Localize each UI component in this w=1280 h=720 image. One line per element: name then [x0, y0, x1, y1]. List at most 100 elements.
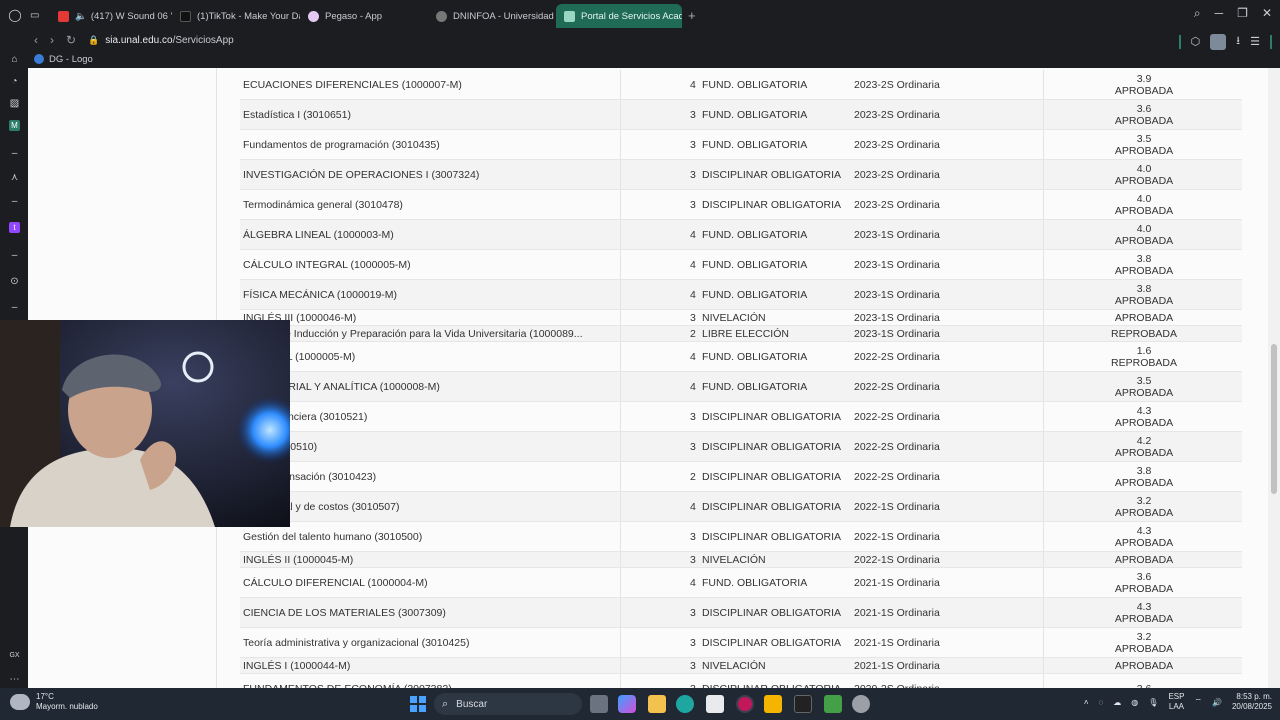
url-field[interactable]: sia.unal.edu.co/ServiciosApp — [105, 35, 233, 46]
course-type-cell: FUND. OBLIGATORIA — [702, 372, 852, 401]
camera-icon[interactable]: ▨ — [9, 98, 20, 109]
tab-dninfoa[interactable]: DNINFOA - Universidad N — [428, 4, 556, 28]
course-row: ad general y de costos (3010507) 4 DISCIPL… — [240, 492, 1242, 522]
tab-tiktok[interactable]: (1)TikTok - Make Your Da — [172, 4, 300, 28]
course-status: APROBADA — [1114, 84, 1174, 97]
edge-icon[interactable] — [676, 695, 694, 713]
bookmark-dg-logo[interactable]: DG - Logo — [49, 54, 93, 65]
back-icon[interactable]: ‹ — [34, 33, 38, 47]
opera-gx-icon[interactable] — [736, 695, 754, 713]
divider-icon: – — [11, 196, 18, 207]
epic-games-icon[interactable] — [794, 695, 812, 713]
store-icon[interactable] — [706, 695, 724, 713]
course-grade-cell: 4.3 APROBADA — [1046, 402, 1242, 431]
close-icon[interactable]: ✕ — [1262, 6, 1272, 21]
microphone-icon[interactable]: 🎙 — [1148, 698, 1158, 707]
course-period-cell: 2023-2S Ordinaria — [854, 190, 1044, 219]
gx-label[interactable]: GX — [9, 650, 20, 661]
ai-icon[interactable]: ⋏ — [9, 172, 20, 183]
course-name: Estadística I (3010651) — [243, 108, 351, 121]
android-icon[interactable] — [824, 695, 842, 713]
m-app-icon[interactable]: M — [9, 120, 20, 131]
reload-icon[interactable]: ↻ — [66, 33, 76, 47]
aria-icon[interactable]: ◔ — [9, 76, 20, 87]
network-icon[interactable]: ◍ — [1131, 698, 1138, 707]
tab-youtube[interactable]: 🔈 (417) W Sound 06 "Un — [50, 4, 172, 28]
course-type: FUND. OBLIGATORIA — [702, 576, 808, 589]
opera-logo-icon[interactable]: ◯ — [0, 8, 30, 22]
course-type-cell: DISCIPLINAR OBLIGATORIA — [702, 492, 852, 521]
course-name-cell: Teoría administrativa y organizacional (… — [243, 628, 621, 657]
tab-pegaso[interactable]: Pegaso - App — [300, 4, 428, 28]
extensions-icon[interactable]: ⬡ — [1191, 35, 1201, 48]
course-name-cell: INGLÉS I (1000044-M) — [243, 658, 621, 673]
course-type-cell: FUND. OBLIGATORIA — [702, 280, 852, 309]
windows-start-icon[interactable] — [410, 696, 426, 712]
new-tab-icon[interactable]: + — [688, 8, 696, 23]
taskbar-search[interactable]: ⌕ Buscar — [434, 693, 582, 715]
document-icon — [564, 10, 575, 22]
course-row: NTEGRAL (1000005-M) 4 FUND. OBLIGATORIA 202… — [240, 342, 1242, 372]
course-row: INGLÉS II (1000045-M) 3 NIVELACIÓN 2022-1S … — [240, 552, 1242, 568]
course-period-cell: 2023-1S Ordinaria — [854, 310, 1044, 325]
course-type: FUND. OBLIGATORIA — [702, 288, 808, 301]
more-icon[interactable]: ⋯ — [9, 674, 20, 685]
copilot-icon[interactable] — [618, 695, 636, 713]
course-status: APROBADA — [1114, 174, 1174, 187]
course-credits-cell: 4 — [690, 342, 702, 371]
taskbar: 17°C Mayorm. nublado ⌕ Buscar ˄ ◌ ☁ ◍ 🎙 … — [0, 688, 1280, 720]
course-type-cell: LIBRE ELECCIÓN — [702, 326, 852, 341]
workspaces-icon[interactable]: ▭ — [30, 10, 50, 21]
course-row: de compensación (3010423) 2 DISCIPLINAR OB… — [240, 462, 1242, 492]
course-credits: 4 — [690, 78, 696, 91]
course-row: INGLÉS III (1000046-M) 3 NIVELACIÓN 2023-1S… — [240, 310, 1242, 326]
minimize-icon[interactable]: ─ — [1215, 6, 1224, 21]
weather-widget[interactable]: 17°C Mayorm. nublado — [10, 692, 98, 712]
clock[interactable]: 8:53 p. m. 20/08/2025 — [1232, 692, 1272, 712]
player-icon[interactable]: ⊙ — [9, 276, 20, 287]
tab-bar: ◯ ▭ 🔈 (417) W Sound 06 "Un (1)TikTok - M… — [0, 0, 1280, 30]
maximize-icon[interactable]: ❐ — [1237, 6, 1248, 21]
chevron-up-icon[interactable]: ˄ — [1084, 698, 1089, 707]
course-name-cell: FÍSICA MECÁNICA (1000019-M) — [243, 280, 621, 309]
home-icon[interactable]: ⌂ — [9, 54, 20, 65]
scrollbar-thumb[interactable] — [1271, 344, 1277, 494]
scrollbar[interactable] — [1268, 68, 1280, 688]
menu-icon[interactable]: ☰ — [1250, 35, 1260, 48]
course-type: DISCIPLINAR OBLIGATORIA — [702, 500, 842, 513]
download-icon[interactable]: ⭳ — [1236, 32, 1240, 51]
course-type: FUND. OBLIGATORIA — [702, 138, 808, 151]
bluetooth-icon[interactable]: ◌ — [1099, 698, 1104, 707]
course-type: FUND. OBLIGATORIA — [702, 78, 808, 91]
onedrive-icon[interactable]: ☁ — [1113, 698, 1121, 707]
course-type: FUND. OBLIGATORIA — [702, 228, 808, 241]
course-credits-cell: 3 — [690, 674, 702, 689]
language-indicator[interactable]: ESP LAA — [1168, 692, 1184, 712]
course-period: 2022-1S Ordinaria — [854, 553, 940, 566]
settings-icon[interactable] — [852, 695, 870, 713]
course-row: Termodinámica general (3010478) 3 DISCIPLI… — [240, 190, 1242, 220]
forward-icon[interactable]: › — [50, 33, 54, 47]
divider-icon: – — [11, 148, 18, 159]
file-explorer-icon[interactable] — [648, 695, 666, 713]
screen: ◯ ▭ 🔈 (417) W Sound 06 "Un (1)TikTok - M… — [0, 0, 1280, 720]
course-grade: 4.0 — [1136, 222, 1152, 235]
twitch-icon[interactable]: t — [9, 222, 20, 233]
course-name-cell: INGLÉS III (1000046-M) — [243, 310, 621, 325]
search-tabs-icon[interactable]: ⌕ — [1194, 6, 1201, 21]
course-period: 2023-1S Ordinaria — [854, 228, 940, 241]
avatar[interactable] — [1210, 33, 1227, 50]
course-grade: 3.6 — [1136, 570, 1152, 583]
divider-icon: – — [11, 250, 18, 261]
course-credits-cell: 4 — [690, 492, 702, 521]
course-status: APROBADA — [1114, 659, 1174, 672]
task-view-icon[interactable] — [590, 695, 608, 713]
course-name-cell: ECUACIONES DIFERENCIALES (1000007-M) — [243, 70, 621, 99]
course-grade-cell: 3.6 — [1046, 674, 1242, 689]
volume-icon[interactable]: 🔊 — [1212, 698, 1222, 707]
notes-icon[interactable] — [764, 695, 782, 713]
course-period: 2021-1S Ordinaria — [854, 576, 940, 589]
wifi-icon[interactable]: ⌔ — [1194, 697, 1202, 707]
course-period: 2021-1S Ordinaria — [854, 636, 940, 649]
tab-portal-servicios[interactable]: Portal de Servicios Acade — [556, 4, 682, 28]
